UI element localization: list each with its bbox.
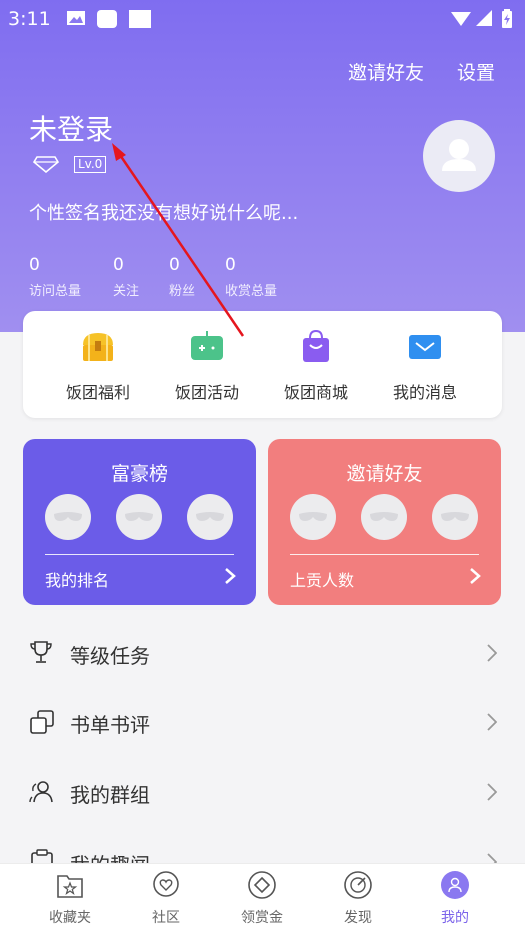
profile-header: 3:11 邀请好友 设置 未登录 Lv.0 个性签名我还没有想好说什么呢...	[0, 0, 525, 332]
tab-favorites-label: 收藏夹	[49, 910, 91, 926]
stat-rewards-label: 收赏总量	[225, 284, 278, 299]
invite-card-title: 邀请好友	[346, 463, 423, 485]
user-silhouette-icon	[442, 139, 476, 171]
signature: 个性签名我还没有想好说什么呢...	[29, 203, 299, 224]
tab-rewards[interactable]: 领赏金	[227, 870, 297, 927]
menu-item-anecdotes[interactable]: 我的趣闻	[0, 827, 525, 863]
reward-icon	[247, 870, 277, 900]
avatar[interactable]	[423, 120, 495, 192]
stat-following-label: 关注	[113, 284, 140, 299]
my-rank-label: 我的排名	[45, 571, 110, 590]
settings-link[interactable]: 设置	[457, 58, 495, 85]
quick-actions-panel: 饭团福利 饭团活动 饭团商城 我的消息	[23, 311, 502, 418]
favorites-icon	[55, 870, 85, 900]
tab-community[interactable]: 社区	[131, 870, 201, 927]
invite-friends-link[interactable]: 邀请好友	[348, 58, 424, 85]
contributors-label: 上贡人数	[290, 571, 355, 590]
quick-action-events[interactable]: 饭团活动	[154, 329, 260, 403]
bottom-tab-bar: 收藏夹 社区 领赏金 发现 我的	[0, 863, 525, 934]
game-controller-icon	[189, 329, 225, 365]
chevron-right-icon	[469, 567, 481, 589]
community-icon	[151, 870, 181, 900]
username[interactable]: 未登录	[29, 108, 113, 148]
tab-favorites[interactable]: 收藏夹	[35, 870, 105, 927]
menu-item-level-tasks[interactable]: 等级任务	[0, 618, 525, 688]
tab-profile-label: 我的	[441, 910, 469, 926]
image-notification-icon	[66, 9, 86, 31]
tab-discover[interactable]: 发现	[323, 870, 393, 927]
shopping-bag-icon	[298, 329, 334, 365]
menu-item-anecdotes-label: 我的趣闻	[70, 849, 150, 863]
stat-visits-value: 0	[29, 255, 40, 275]
quick-action-welfare[interactable]: 饭团福利	[45, 329, 151, 403]
rich-list-card[interactable]: 富豪榜 我的排名	[23, 439, 256, 605]
menu-item-groups-label: 我的群组	[70, 783, 150, 807]
discover-icon	[343, 870, 373, 900]
mask-avatar-icon	[116, 494, 162, 540]
card-divider	[45, 554, 234, 555]
stat-following-value: 0	[113, 255, 124, 275]
chevron-right-icon	[487, 783, 498, 805]
mask-avatar-icon	[432, 494, 478, 540]
chevron-right-icon	[224, 567, 236, 589]
mask-avatar-icon	[45, 494, 91, 540]
wifi-icon	[450, 9, 472, 31]
trophy-icon	[29, 640, 53, 670]
tab-rewards-label: 领赏金	[241, 910, 283, 926]
signal-icon	[475, 9, 493, 31]
diamond-icon	[32, 155, 60, 177]
quick-action-events-label: 饭团活动	[174, 383, 239, 402]
clipboard-icon	[29, 849, 55, 863]
chevron-right-icon	[487, 853, 498, 863]
status-bar: 3:11	[0, 0, 525, 36]
mail-icon	[407, 329, 443, 365]
menu-item-groups[interactable]: 我的群组	[0, 757, 525, 827]
group-icon	[29, 779, 55, 809]
mask-avatar-icon	[361, 494, 407, 540]
stat-visits-label: 访问总量	[29, 284, 82, 299]
menu-item-booklist-label: 书单书评	[70, 713, 150, 737]
stat-rewards-value: 0	[225, 255, 236, 275]
invite-card[interactable]: 邀请好友 上贡人数	[268, 439, 501, 605]
booklist-icon	[29, 709, 55, 739]
mask-avatar-icon	[187, 494, 233, 540]
quick-action-welfare-label: 饭团福利	[65, 383, 130, 402]
tab-community-label: 社区	[152, 910, 180, 926]
tab-profile[interactable]: 我的	[420, 870, 490, 927]
status-time: 3:11	[8, 8, 51, 30]
mask-avatar-icon	[290, 494, 336, 540]
menu-item-level-tasks-label: 等级任务	[70, 644, 150, 668]
chevron-right-icon	[487, 713, 498, 735]
treasure-chest-icon	[80, 329, 116, 365]
battery-icon	[500, 9, 514, 33]
tab-discover-label: 发现	[344, 910, 372, 926]
app-notification-icon	[96, 9, 118, 33]
profile-icon	[440, 870, 470, 900]
stat-fans-value: 0	[169, 255, 180, 275]
app-notification-icon-2	[128, 9, 152, 33]
quick-action-messages[interactable]: 我的消息	[372, 329, 478, 403]
quick-action-shop[interactable]: 饭团商城	[263, 329, 369, 403]
rich-list-title: 富豪榜	[110, 463, 168, 485]
quick-action-shop-label: 饭团商城	[283, 383, 348, 402]
level-badge: Lv.0	[74, 156, 107, 173]
chevron-right-icon	[487, 644, 498, 666]
stat-fans-label: 粉丝	[169, 284, 196, 299]
card-divider	[290, 554, 479, 555]
quick-action-messages-label: 我的消息	[392, 383, 457, 402]
menu-item-booklist[interactable]: 书单书评	[0, 687, 525, 757]
